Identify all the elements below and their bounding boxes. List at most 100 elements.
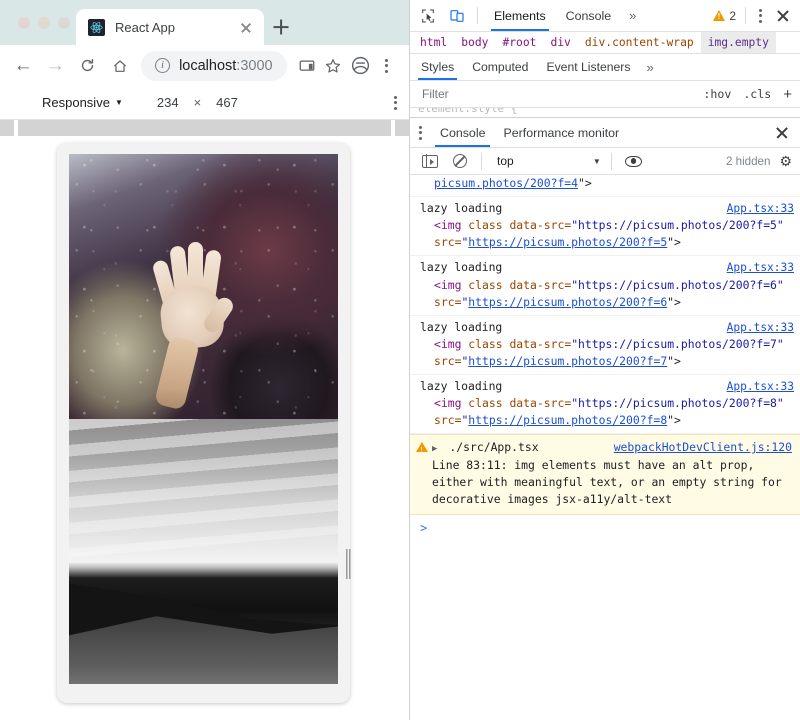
console-source-link[interactable]: App.tsx:33 <box>719 320 794 337</box>
browser-pane: React App ← → i localhost:3000 Responsiv… <box>0 0 409 720</box>
console-punct: "> <box>667 353 681 368</box>
html-attr-datasrc: data-src= <box>509 218 572 233</box>
console-warning-message[interactable]: ▶ ./src/App.tsx webpackHotDevClient.js:1… <box>410 434 800 516</box>
console-message-detail: <img class data-src="https://picsum.phot… <box>434 337 784 368</box>
styles-more-tabs-icon[interactable]: » <box>639 60 660 75</box>
chevron-double-right-icon[interactable]: » <box>622 8 643 23</box>
console-link[interactable]: https://picsum.photos/200?f=7 <box>468 354 667 368</box>
plus-icon[interactable]: + <box>779 86 796 103</box>
inspect-element-icon[interactable] <box>414 3 441 29</box>
resize-handle-vertical-icon[interactable] <box>346 549 352 579</box>
breadcrumb-item-div[interactable]: div <box>543 32 577 53</box>
drawer-tab-console[interactable]: Console <box>431 118 494 147</box>
html-attr-datasrc-value: "https://picsum.photos/200?f=5" <box>571 218 784 233</box>
console-link[interactable]: https://picsum.photos/200?f=5 <box>468 235 667 249</box>
devtools-close-icon[interactable] <box>770 3 796 29</box>
react-logo-icon <box>88 18 105 36</box>
close-icon[interactable] <box>236 17 256 37</box>
console-prompt[interactable]: > <box>410 515 800 542</box>
console-context-selector[interactable]: top <box>490 154 514 168</box>
console-source-link[interactable]: App.tsx:33 <box>719 260 794 277</box>
console-source-link[interactable]: App.tsx:33 <box>719 379 794 396</box>
drawer-tab-performance-monitor[interactable]: Performance monitor <box>494 118 628 147</box>
devtools-settings-kebab-icon[interactable] <box>753 8 768 23</box>
breadcrumb-item-html[interactable]: html <box>413 32 454 53</box>
device-toolbar-menu-icon[interactable] <box>394 95 397 110</box>
console-message-head: lazy loading App.tsx:33 <box>420 378 794 396</box>
home-icon[interactable] <box>105 50 135 82</box>
breadcrumb-item-body[interactable]: body <box>454 32 495 53</box>
arrow-left-icon[interactable]: ← <box>8 50 38 82</box>
info-circle-icon[interactable]: i <box>155 58 171 73</box>
tab-computed[interactable]: Computed <box>463 54 537 80</box>
url-host: localhost <box>179 57 237 74</box>
console-sidebar-icon[interactable] <box>416 148 443 174</box>
html-attr-src: src= <box>434 294 462 309</box>
star-icon[interactable] <box>321 50 346 82</box>
viewport-height-input[interactable]: 467 <box>216 95 238 110</box>
page-viewport[interactable] <box>69 154 338 684</box>
device-selector[interactable]: Responsive ▼ <box>42 95 123 110</box>
arrow-right-icon[interactable]: → <box>40 50 70 82</box>
disclosure-triangle-icon[interactable]: ▶ <box>432 443 439 457</box>
minimize-window-button[interactable] <box>38 16 50 29</box>
warning-triangle-icon <box>713 10 726 21</box>
list-item[interactable]: lazy loading App.tsx:33 <img class data-… <box>410 197 800 257</box>
viewport-ruler <box>0 120 409 136</box>
profile-avatar-icon[interactable] <box>348 50 373 82</box>
console-message-list[interactable]: picsum.photos/200?f=4"> lazy loading App… <box>410 175 800 720</box>
clear-console-icon[interactable] <box>446 148 473 174</box>
drawer-menu-icon[interactable] <box>412 125 431 140</box>
gear-icon[interactable]: ⚙ <box>779 153 794 170</box>
console-message-text: lazy loading <box>420 378 503 393</box>
breadcrumb-item-img-empty[interactable]: img.empty <box>700 32 776 53</box>
status-badge[interactable]: 2 <box>713 9 738 23</box>
list-item[interactable]: lazy loading App.tsx:33 <img class data-… <box>410 375 800 435</box>
warning-header: ▶ ./src/App.tsx webpackHotDevClient.js:1… <box>432 439 792 457</box>
close-window-button[interactable] <box>18 16 30 29</box>
hand-silhouette <box>151 234 237 411</box>
tab-styles[interactable]: Styles <box>412 54 463 80</box>
console-link[interactable]: https://picsum.photos/200?f=6 <box>468 295 667 309</box>
tab-elements[interactable]: Elements <box>485 0 555 31</box>
tab-event-listeners[interactable]: Event Listeners <box>537 54 639 80</box>
list-item[interactable]: picsum.photos/200?f=4"> <box>410 175 800 197</box>
tab-strip: React App <box>0 0 409 45</box>
multiply-symbol: × <box>193 95 202 110</box>
search-input[interactable] <box>414 87 696 101</box>
console-source-link[interactable]: App.tsx:33 <box>719 201 794 218</box>
live-expression-eye-icon[interactable] <box>620 148 647 174</box>
console-message-detail: <img class data-src="https://picsum.phot… <box>434 218 784 250</box>
hov-toggle-button[interactable]: :hov <box>699 87 735 101</box>
devtools-panel: Elements Console » 2 html body #root div… <box>409 0 800 720</box>
url-port: :3000 <box>236 57 273 74</box>
maximize-window-button[interactable] <box>58 16 70 29</box>
hidden-messages-label[interactable]: 2 hidden <box>726 155 776 168</box>
list-item[interactable]: lazy loading App.tsx:33 <img class data-… <box>410 316 800 375</box>
address-bar[interactable]: i localhost:3000 <box>141 50 287 81</box>
console-message-text: lazy loading <box>420 319 503 334</box>
html-tag-name: <img <box>434 277 462 292</box>
tab-console[interactable]: Console <box>557 0 620 31</box>
chevron-down-icon[interactable]: ▼ <box>593 157 603 166</box>
devtools-toolbar: Elements Console » 2 <box>410 0 800 32</box>
cls-toggle-button[interactable]: .cls <box>739 87 775 101</box>
reload-icon[interactable] <box>73 50 103 82</box>
url-text: localhost:3000 <box>179 58 273 74</box>
console-message-head: lazy loading App.tsx:33 <box>420 259 794 277</box>
console-link[interactable]: picsum.photos/200?f=4 <box>434 176 578 190</box>
list-item[interactable]: lazy loading App.tsx:33 <img class data-… <box>410 256 800 316</box>
window-controls <box>10 0 76 45</box>
warning-source-link[interactable]: webpackHotDevClient.js:120 <box>614 439 792 456</box>
cast-icon[interactable] <box>295 50 320 82</box>
toolbar-divider <box>477 7 478 24</box>
breadcrumb-item-root[interactable]: #root <box>495 32 543 53</box>
kebab-menu-icon[interactable] <box>374 50 399 82</box>
drawer-close-icon[interactable] <box>770 121 794 145</box>
browser-tab[interactable]: React App <box>76 9 264 45</box>
console-link[interactable]: https://picsum.photos/200?f=8 <box>468 413 667 427</box>
breadcrumb-item-content-wrap[interactable]: div.content-wrap <box>578 32 701 53</box>
plus-icon[interactable] <box>264 9 298 45</box>
viewport-width-input[interactable]: 234 <box>157 95 179 110</box>
device-toolbar-icon[interactable] <box>443 3 470 29</box>
